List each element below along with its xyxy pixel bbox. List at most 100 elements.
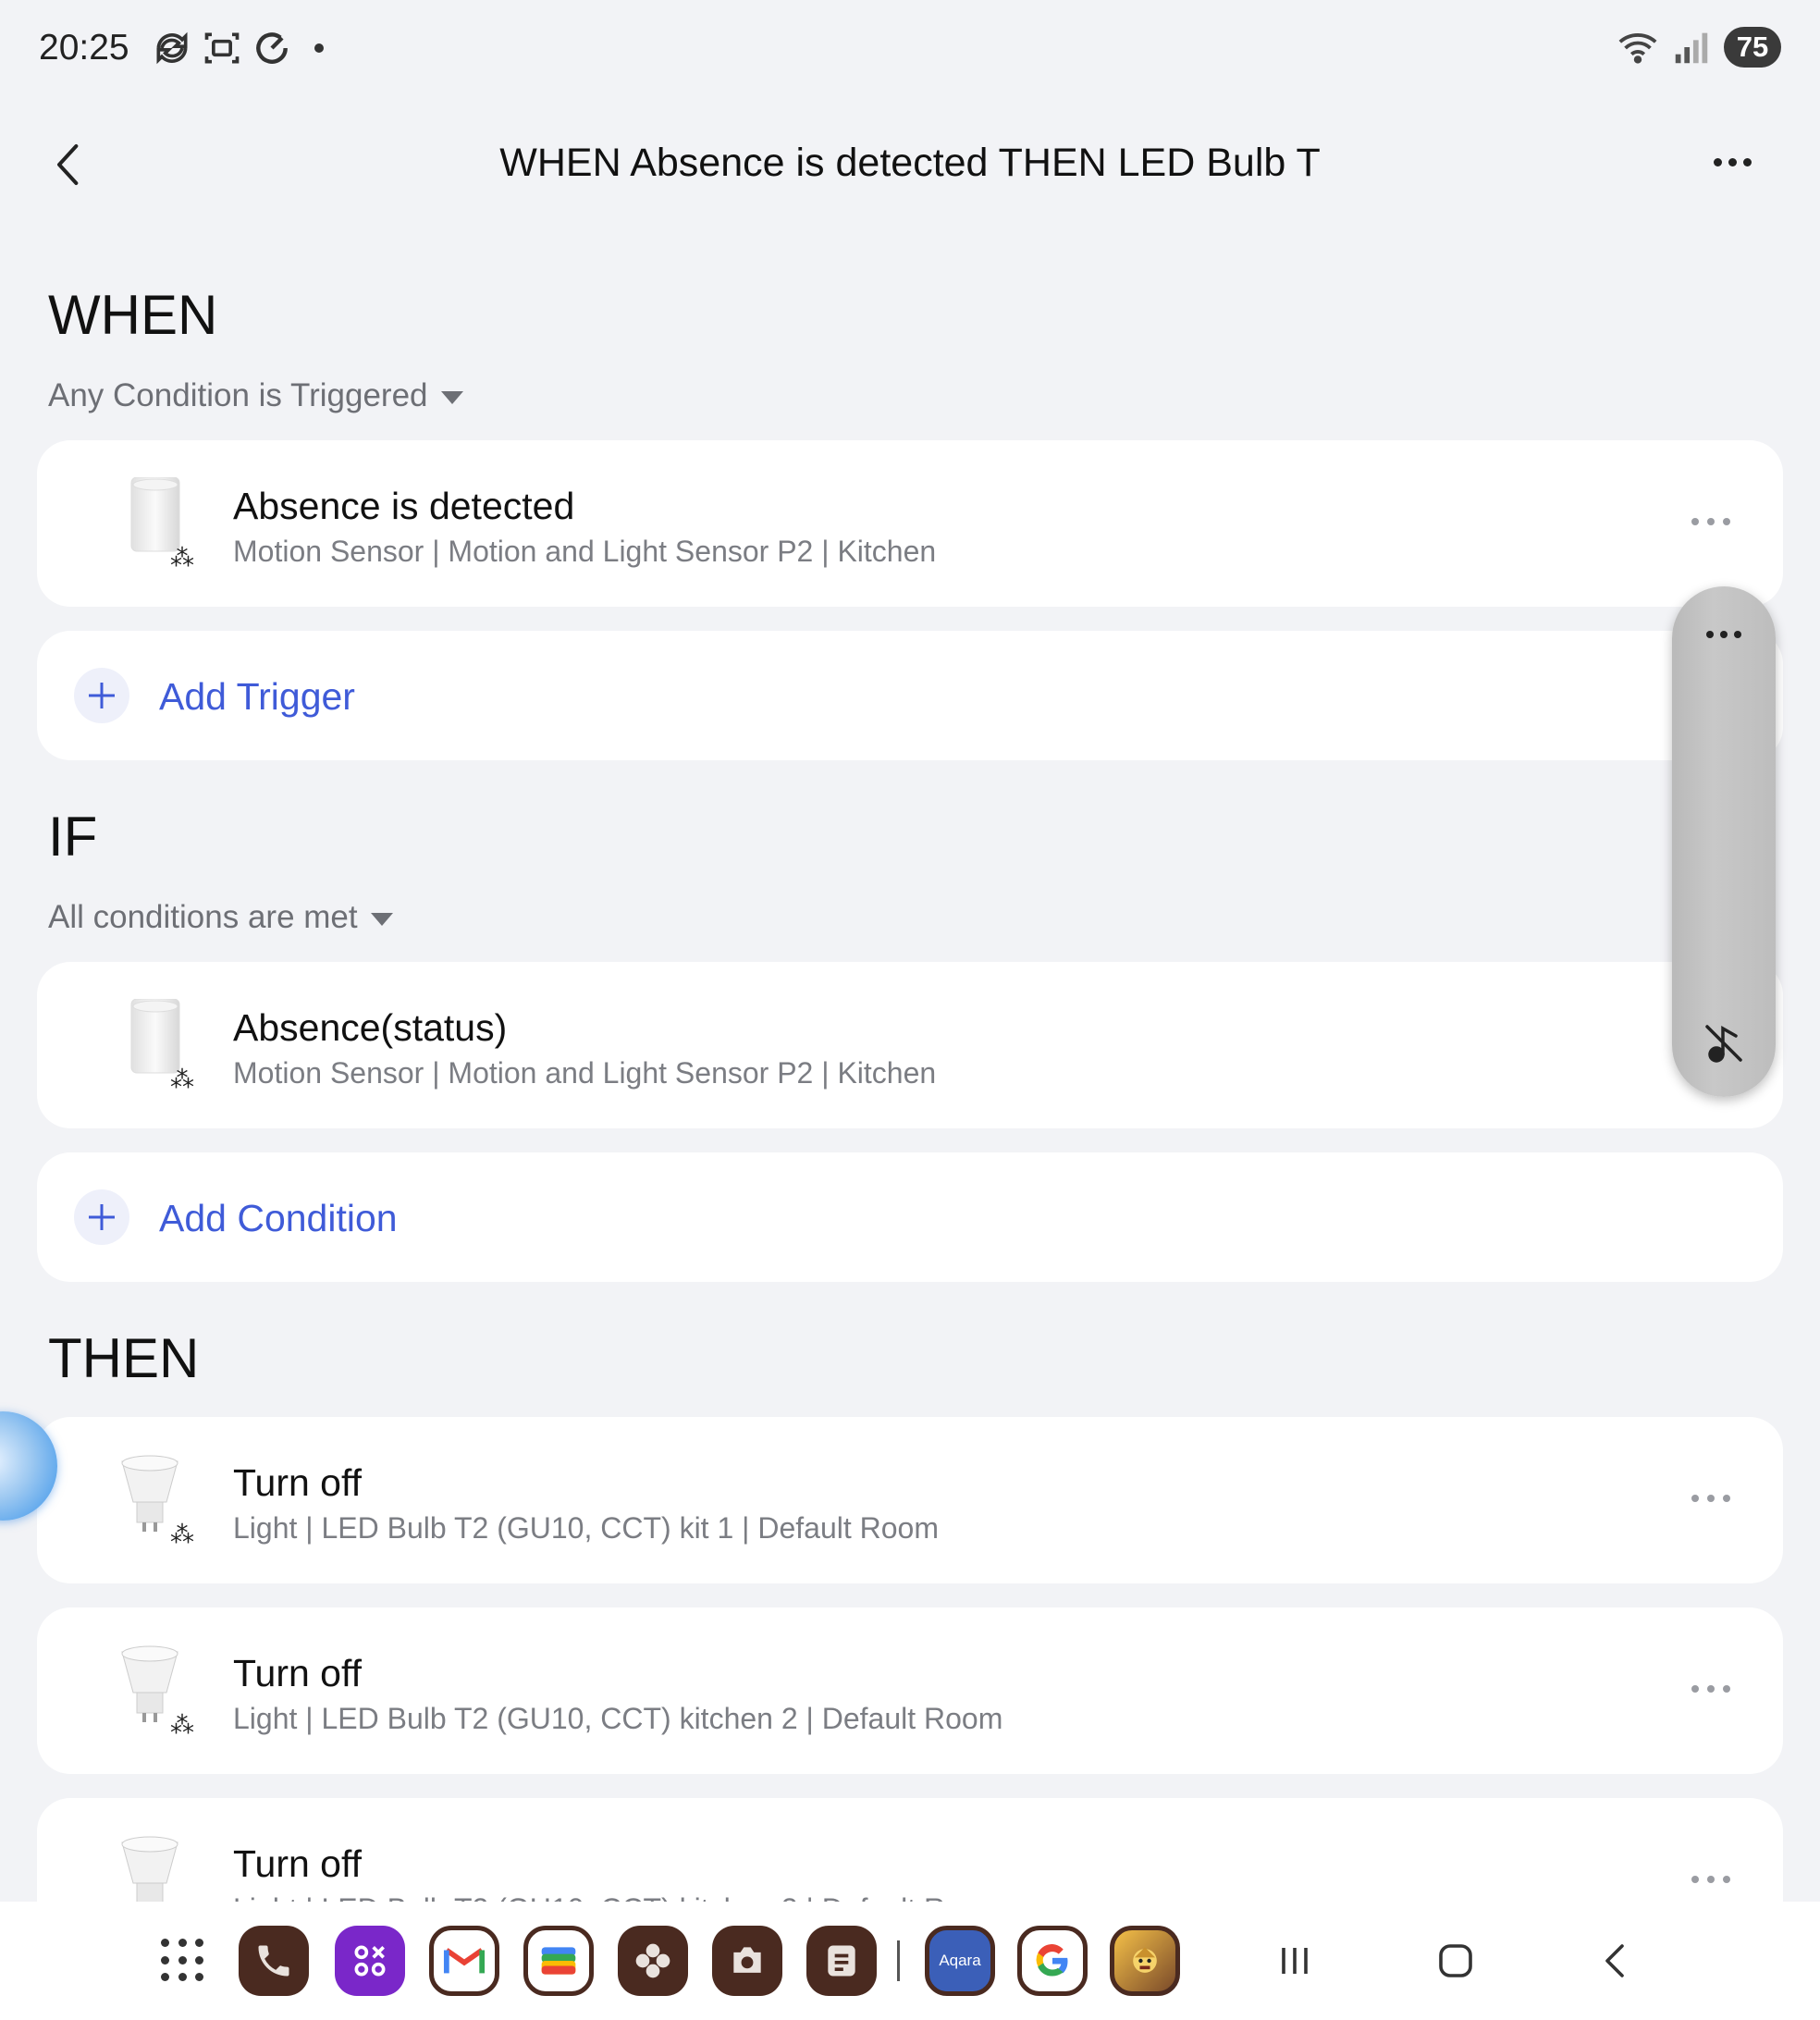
led-bulb-icon: ⁂ (121, 1645, 194, 1737)
condition-card[interactable]: ⁂ Absence(status) Motion Sensor | Motion… (37, 962, 1783, 1128)
recents-icon (1282, 1948, 1308, 1974)
grid-dot (178, 1939, 187, 1947)
svg-text:⁂: ⁂ (170, 545, 194, 570)
action-subtitle: Light | LED Bulb T2 (GU10, CCT) kitchen … (233, 1702, 1003, 1735)
more-dot (1720, 631, 1728, 638)
if-mode-dropdown[interactable]: All conditions are met (48, 899, 393, 936)
gmail-icon (443, 1948, 486, 1974)
camera-icon (733, 1947, 761, 1973)
home-button[interactable] (1428, 1933, 1483, 1989)
more-dot (1723, 518, 1730, 525)
grid-dot (161, 1939, 169, 1947)
phone-icon (258, 1945, 289, 1977)
more-dot (1707, 1876, 1715, 1883)
signal-icon (1675, 32, 1708, 64)
app-drawer-button[interactable] (161, 1939, 205, 1983)
home-icon (1439, 1944, 1472, 1977)
more-dot (1691, 518, 1699, 525)
page-title: WHEN Absence is detected THEN LED Bulb T (499, 141, 1321, 185)
more-options-button[interactable] (1700, 139, 1765, 185)
more-dot (1691, 1495, 1699, 1502)
google-app-icon[interactable] (1017, 1926, 1088, 1996)
more-dot (1707, 1685, 1715, 1693)
mute-music-icon[interactable] (1700, 1019, 1748, 1067)
when-section-title: WHEN (48, 284, 218, 346)
more-dot (1691, 1685, 1699, 1693)
when-mode-label: Any Condition is Triggered (48, 377, 428, 413)
more-dot (1723, 1876, 1730, 1883)
trigger-subtitle: Motion Sensor | Motion and Light Sensor … (233, 535, 937, 568)
action-more-button[interactable] (1683, 1678, 1739, 1700)
apps-folder-icon[interactable] (335, 1926, 405, 1996)
back-button[interactable] (41, 137, 96, 192)
more-dot (1707, 518, 1715, 525)
when-mode-dropdown[interactable]: Any Condition is Triggered (48, 377, 463, 414)
status-time: 20:25 (39, 28, 129, 68)
more-dot (1707, 1495, 1715, 1502)
phone-app-icon[interactable] (239, 1926, 309, 1996)
plus-icon (89, 1204, 115, 1230)
action-title: Turn off (233, 1842, 363, 1885)
sync-icon (156, 31, 188, 65)
condition-title: Absence(status) (233, 1006, 508, 1049)
grid-dot (178, 1973, 187, 1982)
grid-dot (178, 1955, 187, 1965)
add-condition-label: Add Condition (159, 1197, 398, 1239)
folder-grid-icon (354, 1945, 386, 1977)
edge-panel-more-button[interactable] (1700, 625, 1748, 644)
back-arrow-icon (1605, 1944, 1624, 1977)
chevron-left-icon (57, 144, 79, 185)
pinwheel-icon (635, 1943, 670, 1978)
led-bulb-icon: ⁂ (121, 1455, 194, 1546)
dock-separator (897, 1940, 900, 1981)
action-card[interactable]: ⁂ Turn off Light | LED Bulb T2 (GU10, CC… (37, 1607, 1783, 1774)
trigger-card[interactable]: ⁂ Absence is detected Motion Sensor | Mo… (37, 440, 1783, 607)
if-mode-label: All conditions are met (48, 899, 358, 935)
battery-indicator: 75 (1724, 27, 1781, 68)
add-trigger-label: Add Trigger (159, 675, 355, 718)
grid-dot (161, 1973, 169, 1982)
grid-dot (195, 1973, 204, 1982)
bottom-dock: Aqara (0, 1902, 1820, 2020)
more-dot (1734, 631, 1741, 638)
caret-down-icon (370, 913, 393, 926)
screenshot-icon (204, 32, 240, 64)
action-more-button[interactable] (1683, 1487, 1739, 1509)
system-back-button[interactable] (1589, 1933, 1644, 1989)
google-icon (1036, 1944, 1068, 1977)
more-dot (1742, 157, 1752, 166)
if-section-title: IF (48, 806, 98, 868)
app-header: WHEN Absence is detected THEN LED Bulb T (0, 102, 1820, 222)
status-notification-icons (152, 28, 324, 68)
refresh-icon (256, 32, 288, 64)
then-section-title: THEN (48, 1327, 200, 1389)
plus-icon (89, 683, 115, 708)
notes-app-icon[interactable] (806, 1926, 877, 1996)
motion-sensor-icon: ⁂ (130, 477, 194, 570)
more-dot (1723, 1495, 1730, 1502)
pinwheel-app-icon[interactable] (618, 1926, 688, 1996)
notes-icon (828, 1945, 855, 1977)
wallet-app-icon[interactable] (523, 1926, 594, 1996)
gmail-app-icon[interactable] (429, 1926, 499, 1996)
action-more-button[interactable] (1683, 1868, 1739, 1891)
grid-dot (161, 1955, 169, 1965)
recent-apps-button[interactable] (1267, 1933, 1322, 1989)
trigger-title: Absence is detected (233, 485, 575, 527)
add-trigger-button[interactable]: Add Trigger (37, 631, 1783, 760)
aqara-logo-text: Aqara (939, 1952, 981, 1969)
action-title: Turn off (233, 1652, 363, 1694)
add-condition-button[interactable]: Add Condition (37, 1152, 1783, 1282)
camera-app-icon[interactable] (712, 1926, 782, 1996)
add-condition-plus-circle (74, 1189, 129, 1245)
edge-panel-handle[interactable] (1672, 586, 1776, 1097)
trigger-more-button[interactable] (1683, 511, 1739, 533)
more-notifications-dot (314, 43, 324, 53)
aqara-app-icon[interactable]: Aqara (925, 1926, 995, 1996)
status-bar: 20:25 75 (0, 0, 1820, 92)
action-title: Turn off (233, 1461, 363, 1504)
action-card[interactable]: ⁂ Turn off Light | LED Bulb T2 (GU10, CC… (37, 1417, 1783, 1583)
wallet-icon (541, 1947, 576, 1975)
action-subtitle: Light | LED Bulb T2 (GU10, CCT) kit 1 | … (233, 1511, 939, 1545)
clash-of-clans-app-icon[interactable] (1110, 1926, 1180, 1996)
